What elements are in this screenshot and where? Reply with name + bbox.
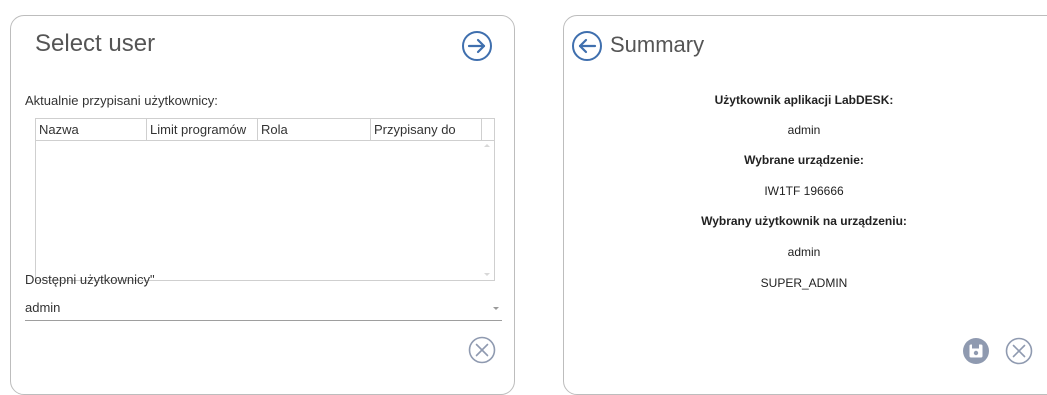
back-button[interactable] — [571, 30, 603, 62]
device-value: IW1TF 196666 — [764, 184, 844, 198]
column-header-program-limit[interactable]: Limit programów — [147, 119, 258, 140]
scroll-down-arrow-icon[interactable] — [484, 273, 490, 276]
table-header: Nazwa Limit programów Rola Przypisany do — [36, 119, 494, 141]
close-button[interactable] — [1005, 337, 1033, 365]
assigned-users-table: Nazwa Limit programów Rola Przypisany do — [35, 118, 495, 281]
select-value: admin — [25, 300, 61, 315]
close-circle-icon — [468, 336, 496, 364]
device-label: Wybrane urządzenie: — [744, 153, 864, 167]
available-users-select[interactable]: admin — [25, 297, 502, 321]
column-header-role[interactable]: Rola — [258, 119, 371, 140]
device-user-role: SUPER_ADMIN — [760, 276, 848, 290]
panel-title: Summary — [610, 32, 705, 57]
app-user-value: admin — [787, 123, 821, 137]
select-user-panel: Select user Aktualnie przypisani użytkow… — [10, 15, 515, 395]
assigned-users-label: Aktualnie przypisani użytkownicy: — [25, 93, 218, 108]
table-scrollbar[interactable] — [480, 140, 494, 280]
arrow-left-circle-icon — [572, 31, 602, 61]
next-button[interactable] — [461, 30, 493, 62]
column-header-assigned-to[interactable]: Przypisany do — [371, 119, 482, 140]
save-icon — [963, 338, 989, 364]
summary-panel: Summary Użytkownik aplikacji LabDESK: ad… — [563, 15, 1047, 395]
device-user-value: admin — [787, 245, 821, 259]
chevron-down-icon — [493, 307, 499, 310]
arrow-right-circle-icon — [462, 31, 492, 61]
scroll-up-arrow-icon[interactable] — [484, 144, 490, 147]
device-user-label: Wybrany użytkownik na urządzeniu: — [701, 214, 907, 228]
panel-title: Select user — [35, 30, 156, 57]
close-circle-icon — [1005, 337, 1033, 365]
save-button[interactable] — [962, 337, 990, 365]
available-users-label: Dostępni użytkownicy" — [25, 272, 155, 287]
column-header-spacer — [482, 119, 494, 140]
app-user-label: Użytkownik aplikacji LabDESK: — [714, 93, 894, 107]
column-header-name[interactable]: Nazwa — [36, 119, 147, 140]
close-button[interactable] — [468, 336, 496, 364]
